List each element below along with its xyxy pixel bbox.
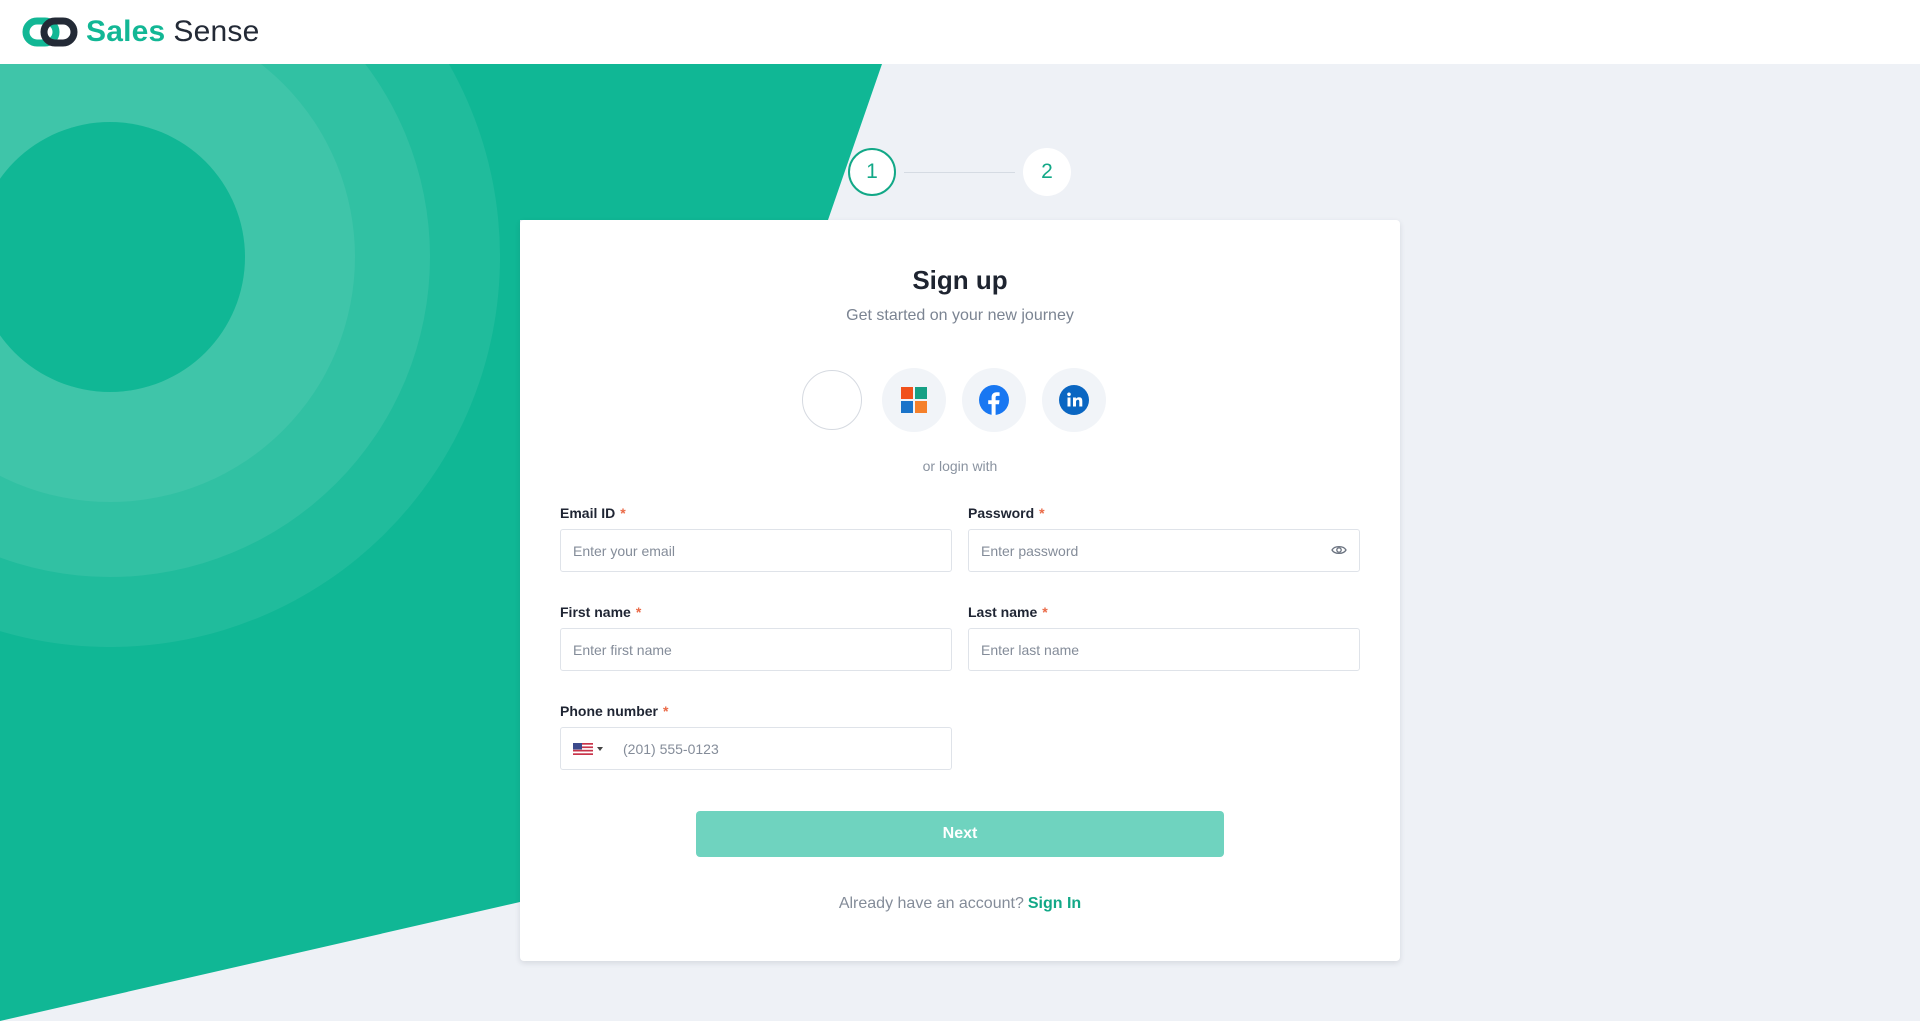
- required-marker: *: [1042, 604, 1048, 620]
- password-label: Password *: [968, 505, 1360, 525]
- required-marker: *: [663, 703, 669, 719]
- chevron-down-icon: [597, 747, 603, 751]
- first-name-input-box: [560, 628, 952, 671]
- first-name-input[interactable]: [561, 629, 951, 670]
- facebook-icon: [979, 385, 1009, 415]
- step-2-indicator: 2: [1023, 148, 1071, 196]
- stepper: 1 2: [848, 148, 1074, 196]
- signin-prompt: Already have an account? Sign In: [520, 895, 1400, 913]
- phone-label-text: Phone number: [560, 703, 659, 719]
- password-input-box: [968, 529, 1360, 572]
- page-subtitle: Get started on your new journey: [846, 307, 1074, 324]
- eye-icon[interactable]: [1331, 543, 1347, 557]
- phone-field: Phone number *: [560, 703, 952, 770]
- or-login-with-text: or login with: [922, 458, 998, 474]
- microsoft-icon: [901, 387, 927, 413]
- facebook-login-button[interactable]: [962, 368, 1026, 432]
- first-name-label-text: First name: [560, 604, 631, 620]
- last-name-field: Last name *: [968, 604, 1360, 671]
- email-input-box: [560, 529, 952, 572]
- last-name-label-text: Last name: [968, 604, 1038, 620]
- email-label: Email ID *: [560, 505, 952, 525]
- top-bar: Sales Sense: [0, 0, 1920, 64]
- brand-logo-icon[interactable]: [22, 13, 78, 51]
- required-marker: *: [620, 505, 626, 521]
- country-code-select[interactable]: [573, 741, 609, 757]
- google-login-button[interactable]: [802, 370, 862, 430]
- phone-input[interactable]: [561, 728, 951, 769]
- required-marker: *: [1039, 505, 1045, 521]
- brand-name-part2: Sense: [173, 15, 260, 48]
- brand-name[interactable]: Sales Sense: [86, 15, 259, 49]
- email-label-text: Email ID: [560, 505, 616, 521]
- us-flag-icon: [573, 743, 593, 755]
- email-input[interactable]: [561, 530, 951, 571]
- signin-link[interactable]: Sign In: [1028, 895, 1081, 912]
- stepper-connector: [904, 172, 1015, 173]
- password-label-text: Password: [968, 505, 1035, 521]
- required-marker: *: [635, 604, 642, 620]
- first-name-field: First name *: [560, 604, 952, 671]
- email-field: Email ID *: [560, 505, 952, 572]
- signup-card: Sign up Get started on your new journey: [520, 220, 1400, 961]
- phone-input-box: [560, 727, 952, 770]
- step-1-indicator: 1: [848, 148, 896, 196]
- password-field: Password *: [968, 505, 1360, 572]
- linkedin-login-button[interactable]: [1042, 368, 1106, 432]
- page-title: Sign up: [912, 265, 1008, 295]
- last-name-input-box: [968, 628, 1360, 671]
- brand-name-part1: Sales: [86, 15, 166, 48]
- signin-prompt-text: Already have an account?: [838, 895, 1024, 912]
- linkedin-icon: [1059, 385, 1089, 415]
- last-name-input[interactable]: [969, 629, 1359, 670]
- next-button[interactable]: Next: [696, 811, 1224, 857]
- first-name-label: First name *: [560, 604, 952, 624]
- microsoft-login-button[interactable]: [882, 368, 946, 432]
- phone-label: Phone number *: [560, 703, 952, 723]
- password-input[interactable]: [969, 530, 1359, 571]
- last-name-label: Last name *: [968, 604, 1360, 624]
